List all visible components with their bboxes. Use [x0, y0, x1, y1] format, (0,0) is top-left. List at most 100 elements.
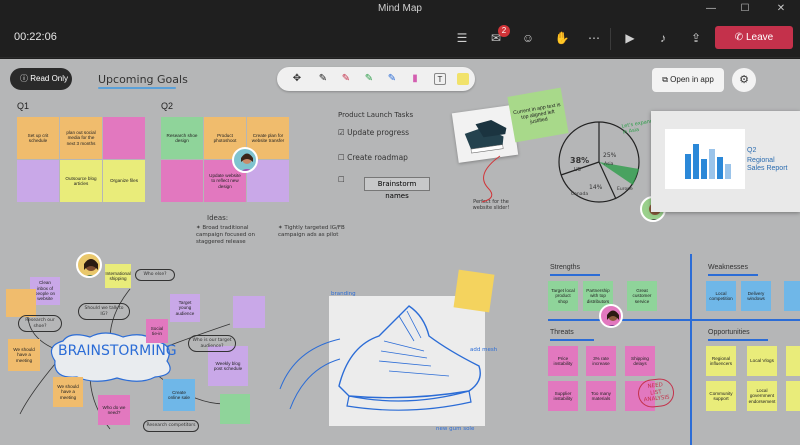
sticky-note[interactable]: We should have a meeting [53, 377, 83, 407]
sticky-note[interactable] [161, 160, 203, 202]
sticky-note-text: Regional influencers [709, 355, 733, 366]
sticky-note[interactable]: plan out social media for the next 3 mon… [60, 117, 102, 159]
pen-green-icon[interactable]: ✎ [363, 71, 375, 87]
sticky-note[interactable]: Too many materials [586, 381, 616, 411]
text-tool-icon[interactable]: T [434, 73, 446, 85]
task-item[interactable]: ☐ [338, 175, 345, 184]
sticky-note[interactable]: Local Vlogs [747, 346, 777, 376]
read-only-pill: ⓘ Read Only [10, 68, 72, 90]
sticky-note-text: Clean inbox of people on website [34, 280, 56, 302]
camera-icon[interactable]: ▶ [619, 28, 641, 48]
highlighter-icon[interactable]: ▮ [409, 71, 421, 87]
sticky-note[interactable] [786, 346, 800, 376]
sketch-label: branding [331, 291, 356, 297]
avatar [76, 252, 102, 278]
sticky-note[interactable]: Create online sale [163, 379, 195, 411]
sticky-note[interactable]: 3% rate increase [586, 346, 616, 376]
idea-bubble: Who is our target audience? [188, 335, 236, 352]
sticky-note[interactable]: Local government endorsement [747, 381, 777, 411]
sticky-note[interactable]: Price instability [548, 346, 578, 376]
sticky-note[interactable]: We should have a meeting [8, 339, 40, 371]
leave-button[interactable]: ✆ Leave [715, 26, 793, 49]
task-item-text: Update progress [347, 128, 410, 137]
whiteboard-canvas[interactable]: ⓘ Read Only Upcoming Goals ✥ ✎ ✎ ✎ ✎ ▮ T… [0, 59, 800, 445]
threats-underline [550, 339, 594, 341]
sketch-label: new gum sole [436, 426, 475, 432]
sticky-note[interactable]: Shipping delays [625, 346, 655, 376]
report-card[interactable]: Q2 Regional Sales Report [651, 111, 800, 212]
settings-gear-icon[interactable]: ⚙ [732, 68, 756, 92]
threats-title: Threats [550, 329, 574, 336]
pen-red-icon[interactable]: ✎ [340, 71, 352, 87]
sticky-note-text: Great customer service [632, 287, 652, 304]
open-in-app-button[interactable]: ⧉ Open in app [652, 68, 724, 92]
pie-label: 38% [570, 156, 590, 165]
minimize-button[interactable]: — [694, 0, 728, 18]
pen-black-icon[interactable]: ✎ [317, 71, 329, 87]
ideas-title: Ideas: [207, 214, 229, 222]
idea-item: ✶ Broad traditional campaign focused on … [196, 225, 272, 246]
sticky-note[interactable]: Target young audience [170, 294, 200, 322]
sticky-note-text: Local government endorsement [748, 387, 776, 404]
sticky-note-text: Target local product shop [551, 287, 575, 304]
sticky-note[interactable]: Delivery windows [741, 281, 771, 311]
sticky-note-text: Social tie-in [150, 325, 164, 336]
report-quarter: Q2 [747, 147, 757, 154]
sticky-note[interactable] [233, 296, 265, 328]
strengths-underline [550, 274, 600, 276]
sticky-note[interactable]: Outsource blog articles [60, 160, 102, 202]
board-title: Upcoming Goals [98, 73, 188, 86]
sticky-note[interactable]: Community support [706, 381, 736, 411]
sticky-note[interactable]: Supplier instability [548, 381, 578, 411]
swot-divider-vertical [690, 254, 692, 445]
meeting-toolbar [0, 18, 800, 58]
sticky-note[interactable]: Great customer service [627, 281, 657, 311]
pie-label: US [574, 167, 581, 173]
sticky-note[interactable]: Social tie-in [146, 319, 168, 343]
participants-icon[interactable]: ☰ [451, 28, 473, 48]
mic-icon[interactable]: ♪ [652, 28, 674, 48]
sneaker-sketch-card[interactable] [329, 296, 485, 426]
sticky-note[interactable] [17, 160, 59, 202]
sticky-note[interactable] [786, 381, 800, 411]
task-item[interactable]: ☑ Update progress [338, 128, 409, 137]
maximize-button[interactable]: ☐ [728, 0, 762, 18]
share-icon[interactable]: ⇪ [685, 28, 707, 48]
sticky-note[interactable]: Organize files [103, 160, 145, 202]
unchecked-box-icon: ☐ [338, 153, 348, 162]
sticky-note-text: Delivery windows [747, 290, 765, 301]
sticky-note[interactable]: Set up crit schedule [17, 117, 59, 159]
sticky-note[interactable]: Regional influencers [706, 346, 736, 376]
pen-blue-icon[interactable]: ✎ [386, 71, 398, 87]
sticky-note[interactable]: Who do we need? [98, 395, 130, 425]
more-icon[interactable]: ⋯ [583, 28, 605, 48]
q1-label: Q1 [17, 101, 30, 111]
raise-hand-icon[interactable]: ✋ [551, 28, 573, 48]
close-window-button[interactable]: ✕ [764, 0, 798, 18]
sticky-note[interactable] [6, 289, 36, 317]
sticky-note[interactable] [453, 269, 495, 313]
idea-bubble: Should we talk to IG? [78, 303, 130, 320]
sticky-note[interactable]: Target local product shop [548, 281, 578, 311]
sticky-note-text: plan out social media for the next 3 mon… [66, 129, 96, 146]
unchecked-box-icon: ☐ [338, 175, 345, 184]
open-app-icon: ⧉ [662, 75, 671, 84]
opportunities-title: Opportunities [708, 329, 750, 336]
sticky-note[interactable] [17, 203, 59, 209]
reactions-icon[interactable]: ☺ [517, 28, 539, 48]
inking-toolbar: ✥ ✎ ✎ ✎ ✎ ▮ T [277, 67, 475, 91]
sticky-note[interactable]: Research shoe design [161, 117, 203, 159]
sticky-note[interactable]: Local competition [706, 281, 736, 311]
sticky-note[interactable] [103, 117, 145, 159]
sticky-note-text: International shipping [105, 270, 131, 281]
task-item[interactable]: ☐ Create roadmap [338, 153, 408, 162]
pan-tool-icon[interactable]: ✥ [291, 71, 303, 87]
sticky-note-text: Local competition [709, 290, 733, 301]
sticky-note[interactable]: International shipping [105, 264, 131, 288]
sticky-note-tool-icon[interactable] [457, 73, 469, 85]
sketch-label: add mesh [470, 347, 498, 353]
sticky-note[interactable] [220, 394, 250, 424]
sticky-note[interactable] [784, 281, 800, 311]
sticky-note[interactable]: Weekly blog post schedule [208, 346, 248, 386]
brainstorm-names-box[interactable]: Brainstorm names [364, 177, 430, 200]
